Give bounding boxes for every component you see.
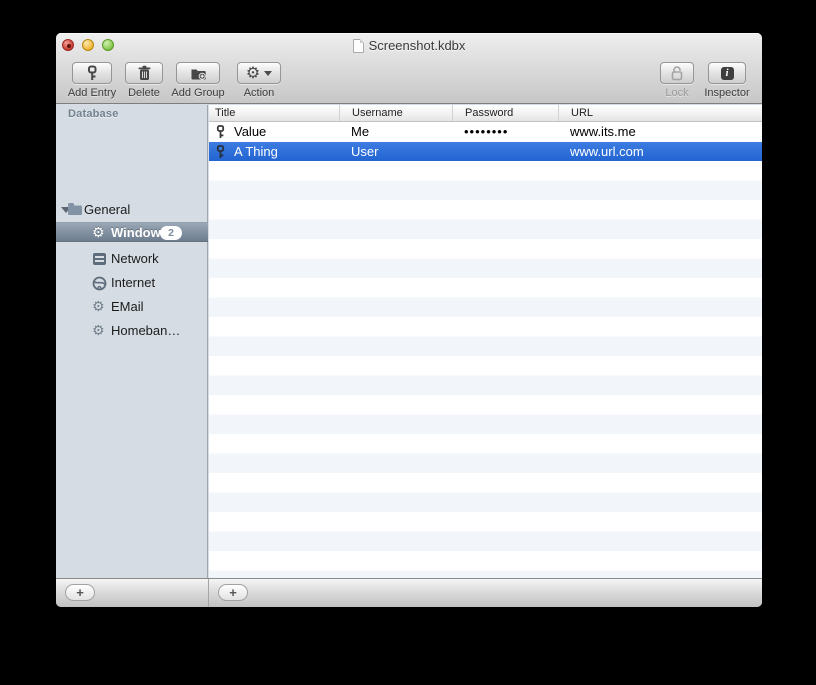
table-row[interactable]: Value Me •••••••• www.its.me <box>209 122 762 142</box>
gear-icon: ⚙ <box>92 323 105 339</box>
server-icon <box>93 253 106 265</box>
gear-icon: ⚙ <box>245 63 261 82</box>
gear-icon: ⚙ <box>92 225 105 241</box>
sidebar-item-homebanking[interactable]: ⚙ Homeban… <box>56 321 208 341</box>
app-window: Screenshot.kdbx Add Entry Delete Add Gro… <box>56 33 762 607</box>
column-header-password[interactable]: Password <box>459 105 559 121</box>
cell-username: User <box>351 143 379 159</box>
sidebar-item-label: Homeban… <box>111 323 181 338</box>
cell-username: Me <box>351 124 370 139</box>
window-title: Screenshot.kdbx <box>368 38 466 53</box>
sidebar-item-label: Network <box>111 251 159 266</box>
folder-add-icon <box>190 66 207 81</box>
column-header-url[interactable]: URL <box>565 105 756 121</box>
chevron-down-icon <box>264 70 273 76</box>
window-chrome: Screenshot.kdbx Add Entry Delete Add Gro… <box>56 33 762 104</box>
add-entry-button[interactable] <box>72 62 112 84</box>
document-proxy-icon[interactable] <box>352 39 364 53</box>
column-header-username[interactable]: Username <box>346 105 453 121</box>
delete-button[interactable] <box>125 62 163 84</box>
gear-icon: ⚙ <box>92 299 105 315</box>
delete-label: Delete <box>128 87 160 99</box>
desktop-background: Screenshot.kdbx Add Entry Delete Add Gro… <box>0 0 816 685</box>
lock-open-icon <box>669 65 685 81</box>
add-group-plus-button[interactable]: + <box>65 584 95 601</box>
add-entry-plus-button[interactable]: + <box>218 584 248 601</box>
entry-count-badge: 2 <box>160 226 182 240</box>
key-icon <box>84 65 100 81</box>
sidebar: Database General ⚙ Windows 2 Network Int… <box>56 105 208 578</box>
toolbar-item-action: ⚙ Action <box>229 62 289 99</box>
sidebar-item-windows[interactable]: ⚙ Windows 2 <box>56 222 208 242</box>
sidebar-section-header: Database <box>68 108 119 120</box>
table-row-selected[interactable]: A Thing User www.url.com <box>209 141 762 161</box>
sidebar-item-internet[interactable]: Internet <box>56 273 208 293</box>
toolbar-item-delete: Delete <box>120 62 168 99</box>
sidebar-item-label: Internet <box>111 275 156 290</box>
globe-icon <box>92 276 107 291</box>
key-icon <box>214 125 227 139</box>
bottom-bar: + + <box>56 578 762 607</box>
add-group-button[interactable] <box>176 62 220 84</box>
column-header-title[interactable]: Title <box>209 105 340 121</box>
key-icon <box>214 144 227 159</box>
inspector-label: Inspector <box>704 87 750 99</box>
toolbar-item-add-entry: Add Entry <box>60 62 124 99</box>
folder-icon <box>68 203 82 215</box>
table-body: Value Me •••••••• www.its.me A Thing Use… <box>209 122 762 578</box>
sidebar-item-network[interactable]: Network <box>56 249 208 269</box>
action-menu-button[interactable]: ⚙ <box>237 62 281 84</box>
action-label: Action <box>243 87 275 99</box>
sidebar-item-email[interactable]: ⚙ EMail <box>56 297 208 317</box>
pane-divider <box>208 579 209 607</box>
cell-title: Value <box>234 124 267 139</box>
add-group-label: Add Group <box>171 87 225 99</box>
sidebar-item-general[interactable]: General <box>56 200 208 220</box>
info-icon: i <box>720 66 734 80</box>
cell-title: A Thing <box>234 143 278 159</box>
toolbar-item-inspector: i Inspector <box>697 62 757 99</box>
lock-button[interactable] <box>660 62 694 84</box>
cell-password: •••••••• <box>464 124 509 139</box>
table-header: Title Username Password URL <box>209 105 762 122</box>
cell-url: www.url.com <box>570 143 644 159</box>
entry-table: Title Username Password URL Value Me •••… <box>209 105 762 578</box>
cell-url: www.its.me <box>570 124 636 139</box>
sidebar-item-label: General <box>84 202 131 217</box>
inspector-button[interactable]: i <box>708 62 746 84</box>
window-title-area: Screenshot.kdbx <box>56 37 762 53</box>
trash-icon <box>137 65 152 81</box>
toolbar-item-add-group: Add Group <box>168 62 228 99</box>
sidebar-item-label: EMail <box>111 299 144 314</box>
add-entry-label: Add Entry <box>67 87 117 99</box>
